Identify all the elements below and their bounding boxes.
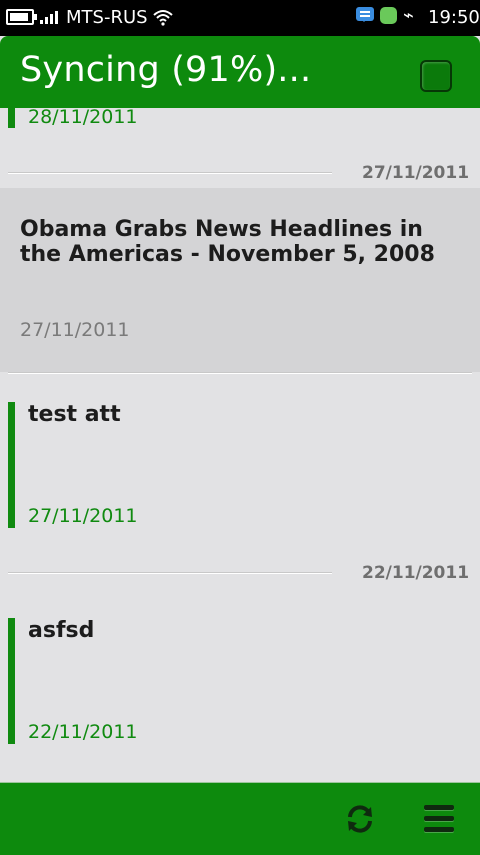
list-item[interactable]: 28/11/2011 [0, 108, 480, 168]
unread-marker [8, 402, 15, 528]
unread-marker [8, 618, 15, 744]
clock: 19:50 [428, 7, 480, 28]
status-bar: MTS-RUS ⌁ 19:50 [0, 0, 480, 36]
item-title: test att [28, 402, 121, 427]
refresh-icon[interactable] [344, 803, 376, 835]
list-item[interactable]: Obama Grabs News Headlines in the Americ… [0, 188, 480, 372]
item-title: asfsd [28, 618, 95, 643]
menu-icon[interactable] [424, 805, 456, 835]
section-date: 22/11/2011 [362, 563, 470, 583]
carrier-name: MTS-RUS [66, 7, 148, 28]
usb-icon: ⌁ [403, 5, 414, 26]
page-title: Syncing (91%)... [20, 50, 312, 90]
section-date: 27/11/2011 [362, 163, 470, 183]
list-item[interactable]: test att 27/11/2011 [0, 388, 480, 538]
battery-icon [6, 9, 37, 25]
sync-status-icon[interactable] [420, 60, 452, 92]
list-item[interactable]: asfsd 22/11/2011 [0, 604, 480, 754]
item-date: 28/11/2011 [28, 108, 138, 128]
feed-list[interactable]: 28/11/2011 27/11/2011 Obama Grabs News H… [0, 108, 480, 782]
item-date: 22/11/2011 [28, 721, 138, 743]
chat-icon [356, 7, 374, 22]
green-app-icon [380, 7, 397, 24]
wifi-icon [153, 8, 173, 31]
divider [8, 172, 332, 174]
item-title: Obama Grabs News Headlines in the Americ… [20, 217, 435, 267]
item-date: 27/11/2011 [28, 505, 138, 527]
unread-marker [8, 108, 15, 128]
divider [8, 572, 332, 574]
item-date: 27/11/2011 [20, 319, 130, 341]
divider [8, 372, 472, 374]
header: Syncing (91%)... [0, 36, 480, 108]
bottom-toolbar [0, 782, 480, 855]
signal-icon [40, 10, 62, 24]
